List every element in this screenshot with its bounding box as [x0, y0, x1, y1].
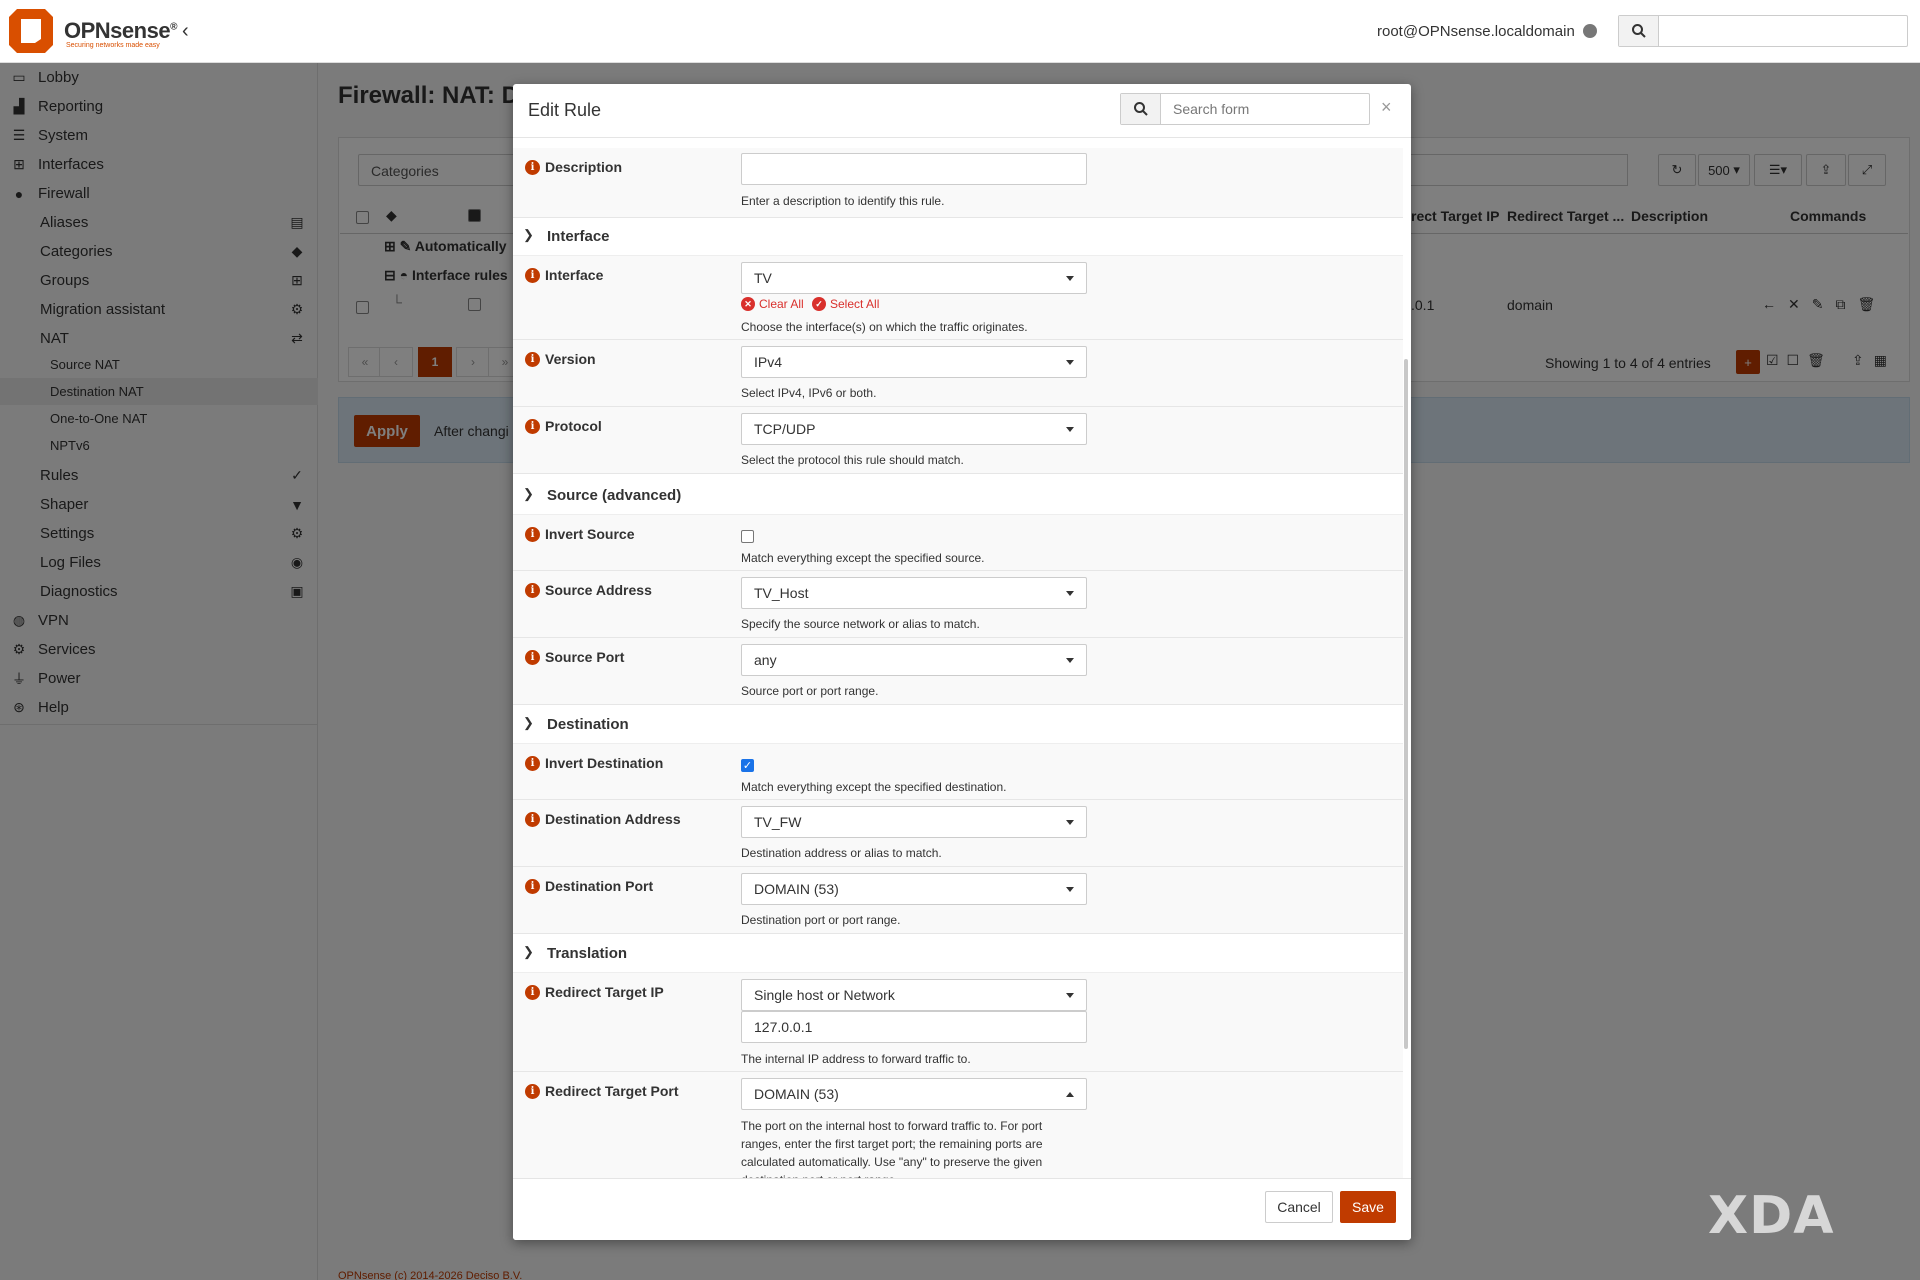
- destination-address-help: Destination address or alias to match.: [741, 846, 942, 860]
- info-icon[interactable]: i: [525, 755, 540, 771]
- destination-port-row: i Destination Port DOMAIN (53) Destinatio…: [513, 867, 1403, 934]
- search-icon: [1619, 16, 1659, 46]
- invert-source-checkbox[interactable]: [741, 530, 754, 543]
- source-port-label: i Source Port: [525, 649, 624, 665]
- section-translation[interactable]: ❯ Translation: [513, 935, 1403, 973]
- info-icon[interactable]: i: [525, 984, 540, 1000]
- version-label: i Version: [525, 351, 596, 367]
- destination-address-label: i Destination Address: [525, 811, 681, 827]
- redirect-target-ip-row: i Redirect Target IP Single host or Netwo…: [513, 973, 1403, 1072]
- chevron-down-icon: ❯: [523, 227, 534, 242]
- clear-all-link[interactable]: ✕ Clear All: [741, 297, 804, 311]
- section-source[interactable]: ❯ Source (advanced): [513, 477, 1403, 515]
- invert-destination-help: Match everything except the specified de…: [741, 780, 1007, 794]
- destination-port-select[interactable]: DOMAIN (53): [741, 873, 1087, 905]
- source-port-select[interactable]: any: [741, 644, 1087, 676]
- source-port-help: Source port or port range.: [741, 684, 879, 698]
- global-search-input[interactable]: [1618, 15, 1908, 47]
- protocol-label: i Protocol: [525, 418, 602, 434]
- invert-destination-checkbox[interactable]: ✓: [741, 759, 754, 772]
- version-row: i Version IPv4 Select IPv4, IPv6 or both.: [513, 340, 1403, 407]
- redirect-target-port-help: The port on the internal host to forward…: [741, 1119, 1043, 1178]
- version-select[interactable]: IPv4: [741, 346, 1087, 378]
- brand-tagline: Securing networks made easy: [66, 42, 160, 49]
- info-icon[interactable]: i: [525, 811, 540, 827]
- save-button[interactable]: Save: [1340, 1191, 1396, 1223]
- destination-address-select[interactable]: TV_FW: [741, 806, 1087, 838]
- status-indicator-icon[interactable]: [1583, 24, 1597, 38]
- dialog-scrollbar[interactable]: [1404, 359, 1408, 1049]
- close-icon[interactable]: ×: [1381, 97, 1392, 118]
- interface-row: i Interface TV ✕ Clear All ✓ Select All Cho…: [513, 256, 1403, 340]
- check-circle-icon: ✓: [812, 297, 826, 311]
- info-icon[interactable]: i: [525, 1083, 540, 1099]
- destination-address-row: i Destination Address TV_FW Destination a…: [513, 800, 1403, 867]
- version-help: Select IPv4, IPv6 or both.: [741, 386, 877, 400]
- redirect-target-port-row: i Redirect Target Port DOMAIN (53) The po…: [513, 1072, 1403, 1178]
- clear-icon: ✕: [741, 297, 755, 311]
- source-address-label: i Source Address: [525, 582, 652, 598]
- description-input[interactable]: [741, 153, 1087, 185]
- chevron-down-icon: ❯: [523, 486, 534, 501]
- dialog-title: Edit Rule: [528, 100, 602, 120]
- form-search-placeholder: Search form: [1173, 101, 1250, 117]
- invert-source-help: Match everything except the specified so…: [741, 551, 985, 565]
- info-icon[interactable]: i: [525, 267, 540, 283]
- cancel-button[interactable]: Cancel: [1265, 1191, 1333, 1223]
- edit-rule-dialog: Edit Rule Search form × i Description Ent…: [513, 84, 1411, 1240]
- info-icon[interactable]: i: [525, 582, 540, 598]
- source-address-help: Specify the source network or alias to m…: [741, 617, 980, 631]
- dialog-footer: Cancel Save: [513, 1178, 1411, 1240]
- chevron-down-icon: ❯: [523, 715, 534, 730]
- invert-destination-row: i Invert Destination ✓ Match everything e…: [513, 744, 1403, 800]
- protocol-row: i Protocol TCP/UDP Select the protocol th…: [513, 407, 1403, 474]
- dialog-body[interactable]: i Description Enter a description to iden…: [513, 138, 1411, 1178]
- section-destination[interactable]: ❯ Destination: [513, 706, 1403, 744]
- redirect-target-port-label: i Redirect Target Port: [525, 1083, 679, 1099]
- invert-destination-label: i Invert Destination: [525, 755, 663, 771]
- description-label: i Description: [525, 159, 622, 175]
- redirect-target-ip-input[interactable]: 127.0.0.1: [741, 1011, 1087, 1043]
- destination-port-help: Destination port or port range.: [741, 913, 901, 927]
- xda-watermark-logo: XDA: [1708, 1186, 1835, 1246]
- redirect-target-ip-help: The internal IP address to forward traff…: [741, 1052, 971, 1066]
- redirect-target-port-select[interactable]: DOMAIN (53): [741, 1078, 1087, 1110]
- user-account[interactable]: root@OPNsense.localdomain: [1377, 23, 1575, 40]
- info-icon[interactable]: i: [525, 878, 540, 894]
- source-port-row: i Source Port any Source port or port ran…: [513, 638, 1403, 705]
- search-icon: [1121, 94, 1161, 124]
- redirect-target-ip-label: i Redirect Target IP: [525, 984, 664, 1000]
- collapse-sidebar-icon[interactable]: ‹: [182, 20, 189, 43]
- info-icon[interactable]: i: [525, 418, 540, 434]
- interface-help: Choose the interface(s) on which the tra…: [741, 320, 1028, 334]
- info-icon[interactable]: i: [525, 159, 540, 175]
- info-icon[interactable]: i: [525, 351, 540, 367]
- interface-label: i Interface: [525, 267, 603, 283]
- form-search-input[interactable]: Search form: [1120, 93, 1370, 125]
- description-help: Enter a description to identify this rul…: [741, 194, 945, 208]
- section-interface[interactable]: ❯ Interface: [513, 218, 1403, 256]
- top-bar: OPNsense® Securing networks made easy ‹ …: [0, 0, 1920, 63]
- select-all-link[interactable]: ✓ Select All: [812, 297, 879, 311]
- info-icon[interactable]: i: [525, 526, 540, 542]
- info-icon[interactable]: i: [525, 649, 540, 665]
- description-row: i Description Enter a description to iden…: [513, 148, 1403, 218]
- protocol-select[interactable]: TCP/UDP: [741, 413, 1087, 445]
- source-address-select[interactable]: TV_Host: [741, 577, 1087, 609]
- interface-select[interactable]: TV: [741, 262, 1087, 294]
- invert-source-row: i Invert Source Match everything except t…: [513, 515, 1403, 571]
- chevron-down-icon: ❯: [523, 944, 534, 959]
- source-address-row: i Source Address TV_Host Specify the sour…: [513, 571, 1403, 638]
- redirect-target-type-select[interactable]: Single host or Network: [741, 979, 1087, 1011]
- opnsense-logo-icon[interactable]: [7, 7, 55, 55]
- protocol-help: Select the protocol this rule should mat…: [741, 453, 964, 467]
- brand-name: OPNsense®: [64, 18, 177, 43]
- dialog-header: Edit Rule Search form ×: [513, 84, 1411, 138]
- invert-source-label: i Invert Source: [525, 526, 634, 542]
- destination-port-label: i Destination Port: [525, 878, 653, 894]
